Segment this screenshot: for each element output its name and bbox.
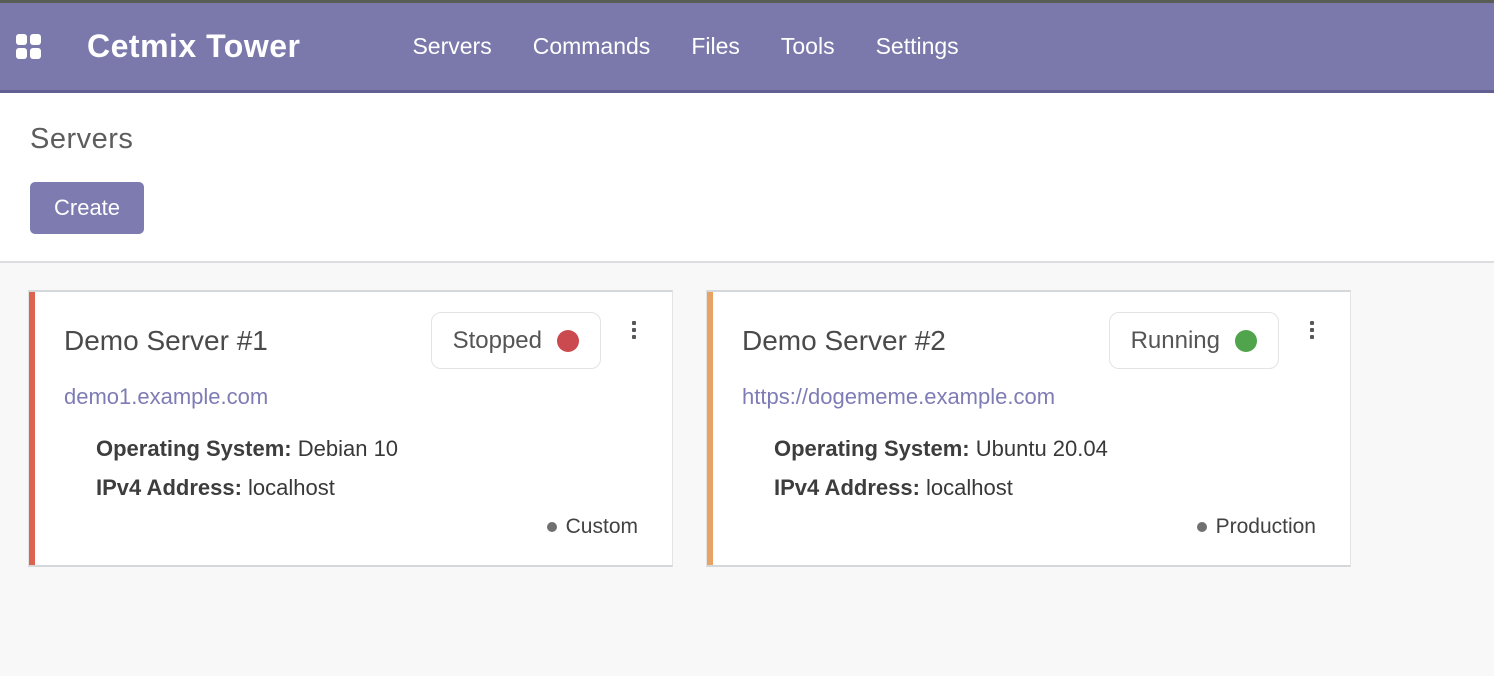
apps-grid-square [30, 34, 41, 45]
kebab-dot [632, 321, 636, 325]
server-card: Demo Server #2 Running https://dogememe.… [706, 290, 1351, 567]
app-window: Cetmix Tower Servers Commands Files Tool… [0, 0, 1494, 676]
os-line: Operating System: Ubuntu 20.04 [774, 429, 1316, 468]
os-value: Ubuntu 20.04 [976, 436, 1108, 461]
ip-value: localhost [248, 475, 335, 500]
server-status-label: Running [1131, 327, 1220, 355]
kebab-dot [632, 328, 636, 332]
apps-grid-icon[interactable] [16, 34, 41, 59]
main-nav: Servers Commands Files Tools Settings [412, 33, 958, 60]
server-tag: Custom [566, 515, 638, 539]
os-label: Operating System: [774, 436, 970, 461]
app-title[interactable]: Cetmix Tower [87, 28, 300, 65]
ip-label: IPv4 Address: [96, 475, 242, 500]
server-card-body: Demo Server #1 Stopped demo1.example.com… [29, 292, 672, 563]
server-url-link[interactable]: demo1.example.com [64, 384, 268, 410]
nav-item-files[interactable]: Files [691, 33, 740, 60]
kebab-dot [1310, 321, 1314, 325]
kebab-menu-icon[interactable] [630, 319, 638, 341]
status-dot [557, 330, 579, 352]
os-label: Operating System: [96, 436, 292, 461]
server-details: Operating System: Ubuntu 20.04 IPv4 Addr… [774, 429, 1316, 507]
server-card-header: Demo Server #2 Running [742, 312, 1316, 369]
server-status-label: Stopped [453, 327, 542, 355]
apps-grid-square [16, 48, 27, 59]
tag-dot [1197, 522, 1207, 532]
server-status-button[interactable]: Stopped [431, 312, 601, 369]
server-tag-row: Production [742, 515, 1316, 539]
apps-grid-square [16, 34, 27, 45]
server-tag-row: Custom [64, 515, 638, 539]
kebab-dot [632, 335, 636, 339]
server-card-body: Demo Server #2 Running https://dogememe.… [707, 292, 1350, 563]
create-button[interactable]: Create [30, 182, 144, 234]
kebab-dot [1310, 335, 1314, 339]
server-accent-strip [29, 292, 35, 565]
server-card: Demo Server #1 Stopped demo1.example.com… [28, 290, 673, 567]
server-url-link[interactable]: https://dogememe.example.com [742, 384, 1055, 410]
os-line: Operating System: Debian 10 [96, 429, 638, 468]
ip-line: IPv4 Address: localhost [774, 468, 1316, 507]
server-tag: Production [1216, 515, 1316, 539]
server-status-button[interactable]: Running [1109, 312, 1279, 369]
kebab-dot [1310, 328, 1314, 332]
tag-dot [547, 522, 557, 532]
nav-item-servers[interactable]: Servers [412, 33, 491, 60]
kanban-view: Demo Server #1 Stopped demo1.example.com… [0, 263, 1494, 676]
server-details: Operating System: Debian 10 IPv4 Address… [96, 429, 638, 507]
ip-label: IPv4 Address: [774, 475, 920, 500]
page-title: Servers [30, 123, 1464, 156]
ip-line: IPv4 Address: localhost [96, 468, 638, 507]
page-header: Servers Create [0, 93, 1494, 263]
nav-item-settings[interactable]: Settings [876, 33, 959, 60]
ip-value: localhost [926, 475, 1013, 500]
server-card-header: Demo Server #1 Stopped [64, 312, 638, 369]
server-name[interactable]: Demo Server #2 [742, 325, 1109, 357]
server-name[interactable]: Demo Server #1 [64, 325, 431, 357]
status-dot [1235, 330, 1257, 352]
top-navbar: Cetmix Tower Servers Commands Files Tool… [0, 0, 1494, 93]
kebab-menu-icon[interactable] [1308, 319, 1316, 341]
nav-item-commands[interactable]: Commands [533, 33, 651, 60]
nav-item-tools[interactable]: Tools [781, 33, 835, 60]
server-accent-strip [707, 292, 713, 565]
apps-grid-square [30, 48, 41, 59]
os-value: Debian 10 [298, 436, 398, 461]
